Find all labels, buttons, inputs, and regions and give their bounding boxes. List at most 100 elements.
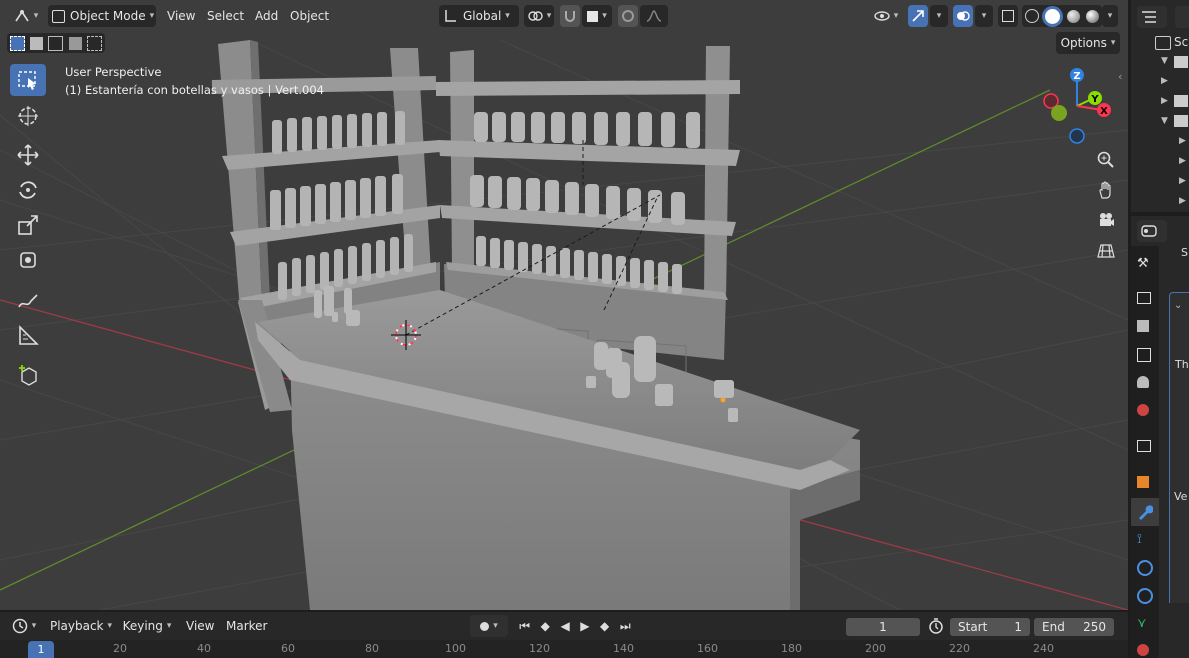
expand-arrow-icon[interactable]: ▶: [1161, 96, 1168, 106]
select-invert-icon[interactable]: [68, 36, 82, 50]
select-box-tool[interactable]: [10, 64, 46, 96]
menu-select[interactable]: Select: [201, 5, 250, 27]
object-tab-icon[interactable]: [1137, 476, 1149, 488]
scene-tab-icon[interactable]: [1137, 376, 1149, 388]
measure-tool[interactable]: [10, 320, 46, 352]
ruler-tick: 100: [445, 642, 466, 655]
particles-tab-icon[interactable]: ⟟: [1137, 532, 1142, 547]
collection-icon: [1174, 115, 1188, 127]
expand-arrow-icon[interactable]: ▼: [1161, 56, 1168, 66]
wireframe-shading-icon[interactable]: [1025, 9, 1040, 23]
expand-arrow-icon[interactable]: ▶: [1179, 156, 1186, 166]
expand-arrow-icon[interactable]: ▼: [1161, 116, 1168, 126]
active-object-label: (1) Estantería con botellas y vasos | Ve…: [65, 83, 324, 97]
pivot-point-button[interactable]: ▾: [524, 5, 554, 27]
collection-icon: [1174, 56, 1188, 68]
zoom-button[interactable]: [1093, 147, 1119, 173]
start-frame-field[interactable]: Start 1: [950, 618, 1030, 636]
data-tab-icon[interactable]: ⋎: [1137, 616, 1147, 631]
select-subtract-icon[interactable]: [48, 35, 64, 51]
solid-shading-icon[interactable]: [1045, 8, 1061, 24]
timeline-editor-button[interactable]: ▾: [8, 615, 40, 637]
outliner-panel: Sc ▼ ▶ ▶ ▼ ▶ ▶ ▶ ▶: [1131, 0, 1189, 212]
marker-menu[interactable]: Marker: [220, 615, 273, 637]
playback-label: Playback: [49, 619, 104, 633]
expand-arrow-icon[interactable]: ▶: [1179, 176, 1186, 186]
proportional-edit-toggle[interactable]: [618, 5, 638, 27]
rotate-icon: [19, 181, 37, 199]
pan-button[interactable]: [1093, 177, 1119, 203]
snap-target-dropdown[interactable]: ▾: [582, 5, 612, 27]
visibility-dropdown[interactable]: ▾: [870, 5, 902, 27]
properties-editor-button[interactable]: [1137, 220, 1167, 242]
preview-range-button[interactable]: [928, 618, 944, 637]
collection-icon: [1174, 95, 1188, 107]
view-layer-tab-icon[interactable]: [1137, 348, 1151, 362]
tool-tab-icon[interactable]: ⚒: [1137, 256, 1149, 271]
transform-icon: [20, 252, 36, 268]
move-tool[interactable]: [10, 139, 46, 171]
cursor-tool[interactable]: [10, 100, 46, 132]
xray-toggle[interactable]: [998, 5, 1018, 27]
overlays-toggle[interactable]: [953, 5, 973, 27]
play-reverse-icon[interactable]: ◀: [560, 619, 569, 633]
keying-menu[interactable]: Keying ▾: [118, 615, 176, 637]
select-new-icon[interactable]: [9, 35, 25, 51]
camera-view-button[interactable]: [1093, 207, 1119, 233]
collapse-arrow-icon[interactable]: ⌄: [1174, 300, 1182, 311]
orientation-gizmo[interactable]: Z Y X: [1036, 62, 1120, 148]
world-tab-icon[interactable]: [1137, 404, 1149, 416]
filter-button[interactable]: [1175, 6, 1189, 28]
menu-add[interactable]: Add: [249, 5, 284, 27]
timeline-view-menu[interactable]: View: [180, 615, 220, 637]
output-tab-icon[interactable]: [1137, 320, 1149, 332]
material-shading-icon[interactable]: [1066, 9, 1080, 23]
play-icon[interactable]: ▶: [580, 619, 589, 633]
falloff-dropdown[interactable]: [640, 5, 668, 27]
annotate-tool[interactable]: [10, 284, 46, 316]
mode-dropdown[interactable]: Object Mode ▾: [48, 5, 156, 27]
wrench-icon: [1139, 505, 1154, 520]
ortho-toggle-button[interactable]: [1093, 238, 1119, 264]
outliner-editor-button[interactable]: [1137, 6, 1167, 28]
physics-tab-icon[interactable]: [1137, 560, 1153, 576]
ruler-tick: 20: [113, 642, 127, 655]
shading-modes: [1022, 5, 1102, 27]
material-tab-icon[interactable]: [1137, 644, 1149, 656]
next-keyframe-icon[interactable]: ◆: [600, 619, 609, 633]
3d-viewport[interactable]: ▾ Object Mode ▾ View Select Add Object Gl…: [0, 0, 1128, 610]
auto-keying-button[interactable]: ▾: [470, 615, 508, 637]
clock-icon: [12, 618, 27, 634]
expand-arrow-icon[interactable]: ▶: [1179, 196, 1186, 206]
menu-object[interactable]: Object: [284, 5, 335, 27]
jump-end-icon[interactable]: ⏭: [620, 619, 631, 634]
collection-tab-icon[interactable]: [1137, 440, 1151, 452]
editor-type-button[interactable]: ▾: [8, 5, 44, 27]
expand-arrow-icon[interactable]: ▶: [1179, 136, 1186, 146]
render-tab-icon[interactable]: [1137, 292, 1151, 304]
overlays-dropdown[interactable]: ▾: [975, 5, 993, 27]
constraints-tab-icon[interactable]: [1137, 588, 1153, 604]
scale-tool[interactable]: [10, 209, 46, 241]
current-frame-field[interactable]: 1: [846, 618, 920, 636]
playhead[interactable]: 1: [28, 641, 54, 658]
gizmo-toggle[interactable]: [908, 5, 928, 27]
playback-menu[interactable]: Playback ▾: [46, 615, 116, 637]
options-dropdown[interactable]: Options ▾: [1056, 32, 1120, 54]
transform-tool[interactable]: [10, 244, 46, 276]
transform-orientation-dropdown[interactable]: Global ▾: [439, 5, 519, 27]
add-cube-tool[interactable]: [10, 360, 46, 392]
shading-dropdown[interactable]: ▾: [1102, 5, 1118, 27]
prev-keyframe-icon[interactable]: ◆: [541, 619, 550, 633]
end-frame-field[interactable]: End 250: [1034, 618, 1114, 636]
modifier-tab-active[interactable]: [1131, 498, 1159, 526]
expand-arrow-icon[interactable]: ▶: [1161, 76, 1168, 86]
gizmo-dropdown[interactable]: ▾: [930, 5, 948, 27]
select-intersect-icon[interactable]: [87, 35, 103, 51]
menu-view[interactable]: View: [161, 5, 201, 27]
rotate-tool[interactable]: [10, 174, 46, 206]
rendered-shading-icon[interactable]: [1085, 9, 1099, 23]
select-extend-icon[interactable]: [30, 36, 44, 50]
jump-start-icon[interactable]: ⏮: [519, 619, 530, 634]
snap-toggle[interactable]: [560, 5, 580, 27]
